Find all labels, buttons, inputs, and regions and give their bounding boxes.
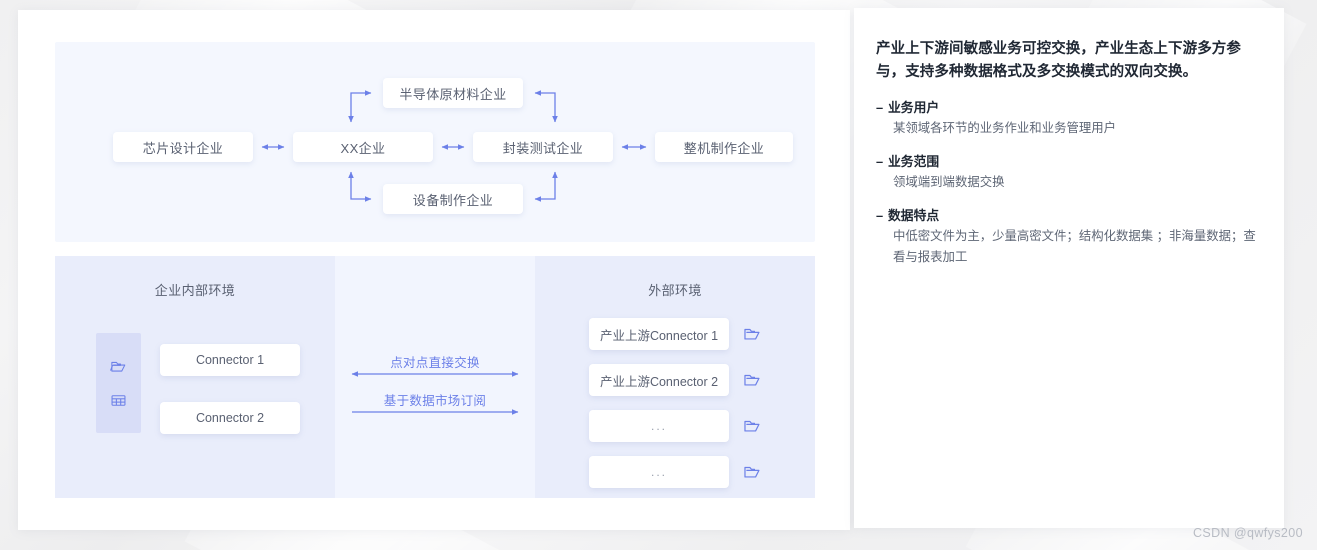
node-packaging-test[interactable]: 封装测试企业: [473, 132, 613, 162]
table-icon[interactable]: [110, 392, 127, 409]
info-item: – 数据特点 中低密文件为主，少量高密文件；结构化数据集 ；非海量数据；查看与报…: [876, 206, 1264, 268]
supply-chain-panel: 半导体原材料企业 芯片设计企业 XX企业 封装测试企业 整机制作企业 设备制作企…: [55, 42, 815, 242]
diagram-card: 半导体原材料企业 芯片设计企业 XX企业 封装测试企业 整机制作企业 设备制作企…: [18, 10, 850, 530]
watermark: CSDN @qwfys200: [1193, 526, 1303, 540]
info-item-heading-row: – 业务范围: [876, 152, 1264, 172]
node-xx-company[interactable]: XX企业: [293, 132, 433, 162]
external-connector-label: 产业上游Connector 2: [599, 374, 719, 389]
dash-marker: –: [876, 154, 884, 169]
external-environment-column: 外部环境 产业上游Connector 1 产业上游Connector 2 ...…: [535, 256, 815, 498]
node-label: 设备制作企业: [412, 192, 494, 208]
external-connector-label: ...: [650, 465, 667, 479]
info-item-heading-row: – 数据特点: [876, 206, 1264, 226]
node-chip-design[interactable]: 芯片设计企业: [113, 132, 253, 162]
folder-icon[interactable]: [743, 325, 761, 343]
external-connector-box[interactable]: 产业上游Connector 2: [589, 364, 729, 396]
exchange-panel: 企业内部环境 Connector 1 Connector 2 点对点直接交换 基…: [55, 256, 815, 498]
node-label: 半导体原材料企业: [399, 86, 507, 102]
connector-label: Connector 2: [195, 411, 265, 425]
external-row: 产业上游Connector 1: [589, 318, 761, 350]
folder-icon[interactable]: [743, 417, 761, 435]
internal-icon-rail: [96, 333, 141, 433]
info-item-description: 领域端到端数据交换: [893, 175, 1005, 189]
node-label: 芯片设计企业: [142, 140, 224, 156]
external-row: ...: [589, 456, 761, 488]
folder-icon[interactable]: [743, 371, 761, 389]
node-machine-making[interactable]: 整机制作企业: [655, 132, 793, 162]
folder-icon[interactable]: [110, 358, 127, 375]
external-connector-label: ...: [650, 419, 667, 433]
info-item-heading: 业务范围: [888, 154, 940, 169]
exchange-mode-label-p2p: 点对点直接交换: [390, 356, 480, 370]
info-item-description: 某领域各环节的业务作业和业务管理用户: [893, 121, 1117, 135]
internal-connector-2[interactable]: Connector 2: [160, 402, 300, 434]
node-equipment-making[interactable]: 设备制作企业: [383, 184, 523, 214]
internal-connector-1[interactable]: Connector 1: [160, 344, 300, 376]
external-row: ...: [589, 410, 761, 442]
info-item-heading: 数据特点: [888, 208, 940, 223]
external-connector-box[interactable]: 产业上游Connector 1: [589, 318, 729, 350]
node-label: 封装测试企业: [502, 140, 584, 156]
external-row: 产业上游Connector 2: [589, 364, 761, 396]
internal-environment-title: 企业内部环境: [154, 283, 236, 298]
info-panel-title: 产业上下游间敏感业务可控交换，产业生态上下游多方参与，支持多种数据格式及多交换模…: [876, 41, 1241, 80]
node-semiconductor-material[interactable]: 半导体原材料企业: [383, 78, 523, 108]
external-environment-title: 外部环境: [648, 283, 702, 298]
exchange-mode-label-subscription: 基于数据市场订阅: [383, 394, 487, 408]
folder-icon[interactable]: [743, 463, 761, 481]
connector-label: Connector 1: [195, 353, 265, 367]
info-item: – 业务范围 领域端到端数据交换: [876, 152, 1264, 193]
exchange-mode-column: 点对点直接交换 基于数据市场订阅: [335, 256, 535, 498]
node-label: 整机制作企业: [683, 140, 765, 156]
exchange-mode-arrows: [351, 371, 519, 415]
info-item-heading-row: – 业务用户: [876, 98, 1264, 118]
external-connector-box[interactable]: ...: [589, 410, 729, 442]
external-connector-label: 产业上游Connector 1: [599, 328, 719, 343]
info-item-description: 中低密文件为主，少量高密文件；结构化数据集 ；非海量数据；查看与报表加工: [893, 229, 1256, 264]
node-label: XX企业: [340, 140, 386, 156]
info-item: – 业务用户 某领域各环节的业务作业和业务管理用户: [876, 98, 1264, 139]
info-item-heading: 业务用户: [888, 100, 940, 115]
info-card: 产业上下游间敏感业务可控交换，产业生态上下游多方参与，支持多种数据格式及多交换模…: [854, 8, 1284, 528]
external-connector-box[interactable]: ...: [589, 456, 729, 488]
internal-environment-column: 企业内部环境 Connector 1 Connector 2: [55, 256, 335, 498]
dash-marker: –: [876, 208, 884, 223]
dash-marker: –: [876, 100, 884, 115]
info-panel: 产业上下游间敏感业务可控交换，产业生态上下游多方参与，支持多种数据格式及多交换模…: [876, 38, 1264, 281]
